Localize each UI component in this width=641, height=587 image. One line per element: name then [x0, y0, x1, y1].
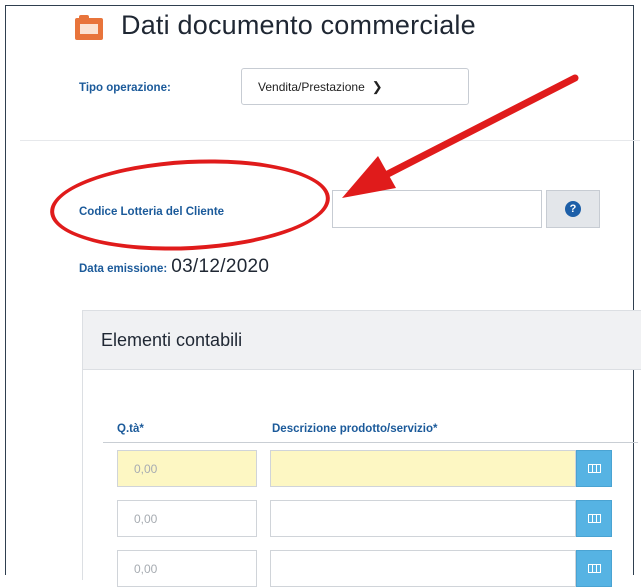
- data-emissione-label: Data emissione:: [79, 263, 168, 275]
- folder-icon: [75, 14, 103, 40]
- qta-input[interactable]: 0,00: [117, 450, 257, 487]
- tipo-operazione-label: Tipo operazione:: [79, 82, 171, 94]
- data-emissione-value: 03/12/2020: [171, 256, 270, 277]
- product-list-button[interactable]: [576, 550, 612, 587]
- data-emissione: Data emissione: 03/12/2020: [79, 256, 269, 278]
- qta-input[interactable]: 0,00: [117, 500, 257, 537]
- descrizione-input[interactable]: [270, 450, 576, 487]
- qta-input[interactable]: 0,00: [117, 550, 257, 587]
- descrizione-input[interactable]: [270, 550, 576, 587]
- product-list-button[interactable]: [576, 450, 612, 487]
- elementi-contabili-header: Elementi contabili: [82, 310, 641, 370]
- annotation-arrow-icon: [342, 74, 579, 198]
- elementi-contabili-title: Elementi contabili: [101, 330, 243, 350]
- table-icon: [587, 464, 601, 473]
- column-header-qta: Q.tà*: [117, 423, 144, 435]
- descrizione-input[interactable]: [270, 500, 576, 537]
- table-icon: [587, 514, 601, 523]
- page-title: Dati documento commerciale: [121, 10, 476, 40]
- product-list-button[interactable]: [576, 500, 612, 537]
- section-header: Dati documento commerciale: [75, 10, 476, 41]
- column-header-rule: [103, 442, 638, 443]
- column-header-descrizione: Descrizione prodotto/servizio*: [272, 423, 438, 435]
- table-icon: [587, 564, 601, 573]
